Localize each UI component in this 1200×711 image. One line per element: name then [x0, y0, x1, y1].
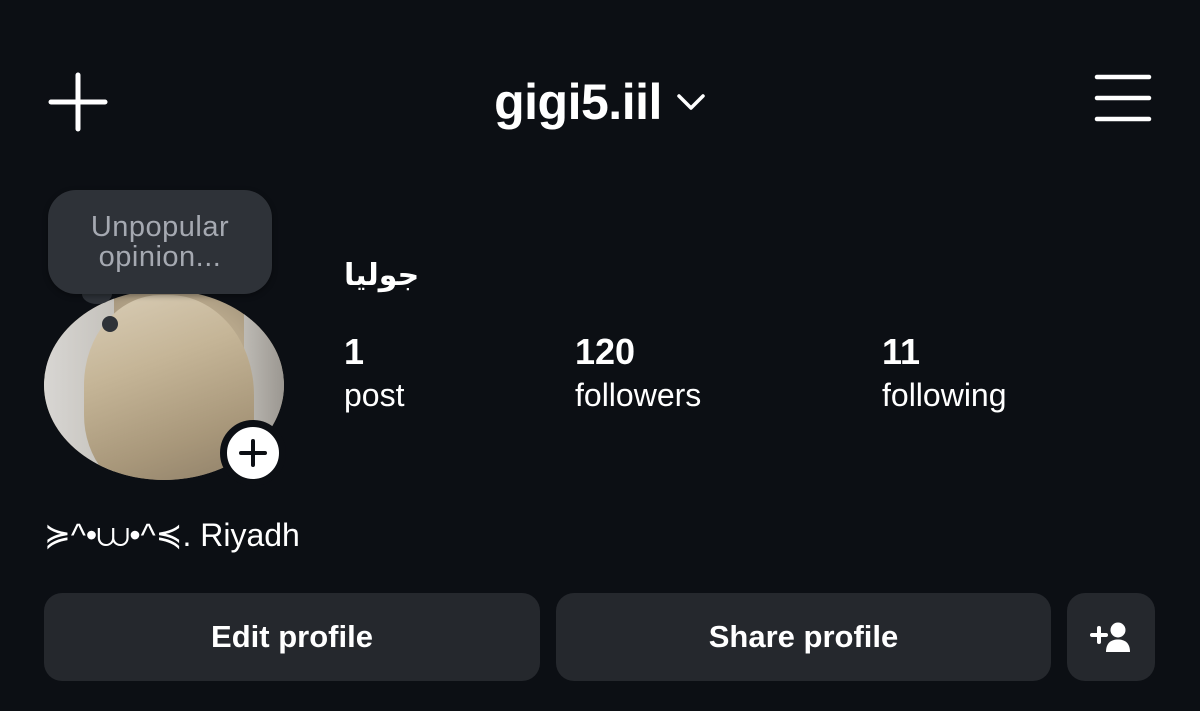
note-text-line1: Unpopular	[90, 211, 230, 243]
bio-text: ≽^•⩊•^≼. Riyadh	[44, 517, 300, 553]
account-switcher[interactable]: gigi5.iil	[494, 77, 706, 127]
followers-stat[interactable]: 120 followers	[575, 332, 701, 415]
profile-screen: gigi5.iil Unpopular opinion... جوليا 1 p…	[0, 0, 1200, 711]
display-name: جوليا	[344, 259, 420, 292]
add-story-button[interactable]	[220, 420, 286, 486]
note-bubble-tail-dot	[102, 316, 118, 332]
share-profile-button[interactable]: Share profile	[556, 593, 1051, 681]
add-person-icon	[1090, 622, 1130, 652]
following-count: 11	[882, 331, 921, 372]
edit-profile-button[interactable]: Edit profile	[44, 593, 540, 681]
hamburger-menu-icon	[1094, 74, 1152, 122]
discover-people-button[interactable]	[1067, 593, 1155, 681]
note-text-line2: opinion...	[98, 241, 222, 273]
chevron-down-icon	[677, 94, 705, 110]
note-bubble[interactable]: Unpopular opinion...	[48, 190, 272, 294]
posts-label: post	[344, 377, 405, 413]
followers-count: 120	[575, 331, 636, 372]
username: gigi5.iil	[494, 74, 662, 130]
posts-stat[interactable]: 1 post	[344, 332, 404, 415]
header-title-area: gigi5.iil	[0, 70, 1200, 134]
posts-count: 1	[344, 331, 365, 372]
menu-button[interactable]	[1088, 68, 1158, 128]
following-label: following	[882, 377, 1007, 413]
following-stat[interactable]: 11 following	[882, 332, 1007, 415]
plus-icon	[239, 439, 267, 467]
followers-label: followers	[575, 377, 702, 413]
avatar-area	[44, 290, 286, 490]
